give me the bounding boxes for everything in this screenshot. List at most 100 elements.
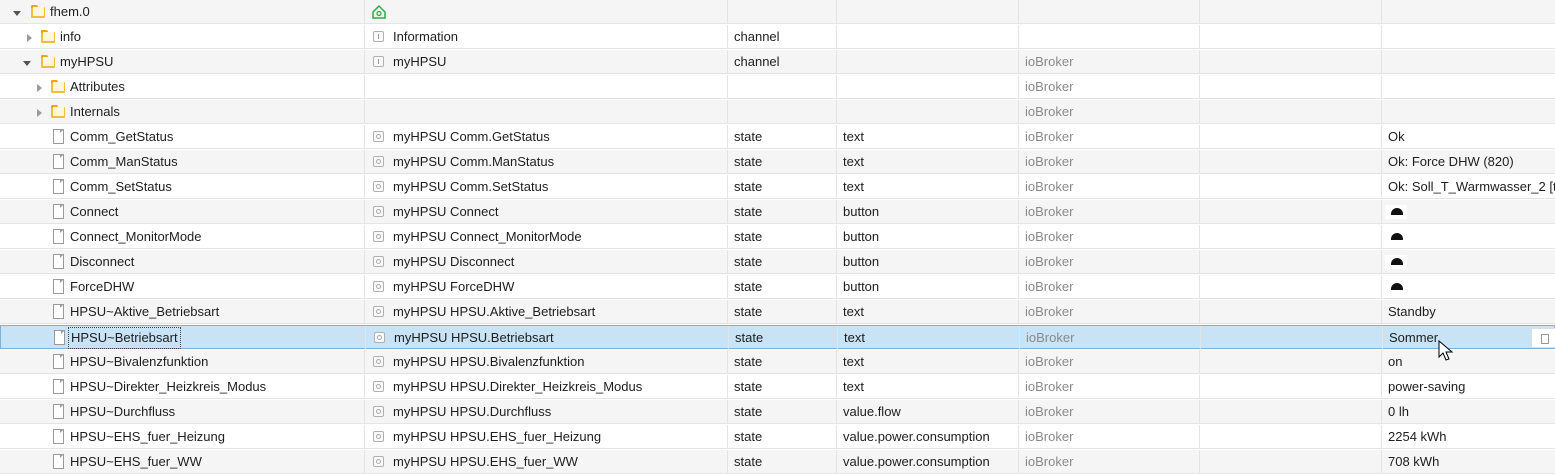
- id-cell: info: [0, 25, 365, 48]
- table-row[interactable]: info Information channel: [0, 25, 1555, 49]
- room-cell: ioBroker: [1019, 375, 1200, 398]
- object-id-label: Internals: [70, 104, 120, 119]
- id-cell: Attributes: [0, 75, 365, 98]
- object-name: myHPSU HPSU.Betriebsart: [394, 330, 554, 345]
- value-cell: [1382, 75, 1555, 98]
- table-row[interactable]: HPSU~Durchfluss myHPSU HPSU.Durchfluss sta…: [0, 400, 1555, 424]
- type-cell: [728, 100, 837, 123]
- value-cell: [1382, 0, 1555, 23]
- table-row[interactable]: HPSU~Direkter_Heizkreis_Modus myHPSU HPSU…: [0, 375, 1555, 399]
- type-cell-text: state: [734, 379, 763, 394]
- object-name: myHPSU HPSU.Durchfluss: [393, 404, 552, 419]
- room-cell: ioBroker: [1019, 100, 1200, 123]
- table-row[interactable]: myHPSU myHPSU channel ioBroker: [0, 50, 1555, 74]
- value-cell: 0 lh: [1382, 400, 1555, 423]
- id-cell: Comm_GetStatus: [0, 125, 365, 148]
- function-cell: [1200, 275, 1382, 298]
- room-cell-text: ioBroker: [1025, 279, 1074, 294]
- room-cell-text: ioBroker: [1025, 354, 1074, 369]
- table-row[interactable]: HPSU~Aktive_Betriebsart myHPSU HPSU.Aktiv…: [0, 300, 1555, 324]
- info-icon: [373, 31, 384, 42]
- table-row[interactable]: Connect_MonitorMode myHPSU Connect_Monito…: [0, 225, 1555, 249]
- value-cell: Standby: [1382, 300, 1555, 323]
- value-cell[interactable]: [1382, 275, 1555, 298]
- object-id-label: info: [60, 29, 81, 44]
- function-cell: [1200, 375, 1382, 398]
- id-cell: ForceDHW: [0, 275, 365, 298]
- state-icon: [373, 231, 384, 242]
- room-cell-text: ioBroker: [1025, 429, 1074, 444]
- state-icon: [373, 281, 384, 292]
- id-cell: Comm_ManStatus: [0, 150, 365, 173]
- type-cell-text: state: [734, 354, 763, 369]
- push-button-icon[interactable]: [1385, 280, 1407, 294]
- table-row[interactable]: Connect myHPSU Connect state button ioBroker: [0, 200, 1555, 224]
- room-cell: ioBroker: [1019, 125, 1200, 148]
- push-button-icon[interactable]: [1385, 230, 1407, 244]
- expand-closed-icon[interactable]: [27, 34, 32, 42]
- id-cell: fhem.0: [0, 0, 365, 23]
- id-cell: HPSU~EHS_fuer_Heizung: [0, 425, 365, 448]
- table-row[interactable]: ForceDHW myHPSU ForceDHW state button ioBrok…: [0, 275, 1555, 299]
- object-id-label: Disconnect: [70, 254, 135, 269]
- type-cell-text: channel: [734, 54, 780, 69]
- expand-open-icon[interactable]: [23, 61, 31, 66]
- function-cell: [1200, 350, 1382, 373]
- role-cell: [837, 75, 1019, 98]
- role-cell-text: button: [843, 229, 880, 244]
- value-text: power-saving: [1388, 379, 1466, 394]
- room-cell: ioBroker: [1019, 200, 1200, 223]
- name-cell: myHPSU Comm.ManStatus: [365, 150, 728, 173]
- expand-open-icon[interactable]: [13, 11, 21, 16]
- table-row[interactable]: Comm_ManStatus myHPSU Comm.ManStatus state…: [0, 150, 1555, 174]
- room-cell: ioBroker: [1019, 300, 1200, 323]
- value-text: 0 lh: [1388, 404, 1409, 419]
- room-cell: ioBroker: [1019, 75, 1200, 98]
- table-row[interactable]: HPSU~EHS_fuer_Heizung myHPSU HPSU.EHS_fue…: [0, 425, 1555, 449]
- value-text: Standby: [1388, 304, 1436, 319]
- push-button-icon[interactable]: [1385, 205, 1407, 219]
- table-row[interactable]: Comm_SetStatus myHPSU Comm.SetStatus state…: [0, 175, 1555, 199]
- copy-icon[interactable]: [1531, 328, 1555, 348]
- file-icon: [54, 330, 65, 345]
- state-icon: [373, 156, 384, 167]
- type-cell: state: [728, 225, 837, 248]
- object-name: myHPSU Connect: [393, 204, 499, 219]
- push-button-icon[interactable]: [1385, 255, 1407, 269]
- object-id-label: HPSU~Aktive_Betriebsart: [70, 304, 220, 319]
- value-cell: 2254 kWh: [1382, 425, 1555, 448]
- table-row[interactable]: HPSU~EHS_fuer_WW myHPSU HPSU.EHS_fuer_WW s…: [0, 450, 1555, 474]
- expand-closed-icon[interactable]: [37, 109, 42, 117]
- object-name: myHPSU Comm.ManStatus: [393, 154, 555, 169]
- function-cell: [1200, 250, 1382, 273]
- role-cell-text: text: [843, 379, 864, 394]
- value-cell[interactable]: [1382, 250, 1555, 273]
- table-row[interactable]: HPSU~Betriebsart myHPSU HPSU.Betriebsart s…: [0, 325, 1555, 349]
- state-icon: [373, 406, 384, 417]
- table-row[interactable]: HPSU~Bivalenzfunktion myHPSU HPSU.Bivalen…: [0, 350, 1555, 374]
- role-cell: text: [838, 326, 1020, 349]
- function-cell: [1200, 75, 1382, 98]
- type-cell-text: state: [734, 179, 763, 194]
- file-icon: [53, 204, 64, 219]
- type-cell-text: state: [734, 279, 763, 294]
- room-cell: [1019, 25, 1200, 48]
- value-cell: power-saving: [1382, 375, 1555, 398]
- state-icon: [373, 381, 384, 392]
- table-row[interactable]: Internals ioBroker: [0, 100, 1555, 124]
- expand-closed-icon[interactable]: [37, 84, 42, 92]
- name-cell: myHPSU HPSU.EHS_fuer_Heizung: [365, 425, 728, 448]
- value-cell: Sommer: [1383, 326, 1555, 349]
- value-cell[interactable]: [1382, 225, 1555, 248]
- table-row[interactable]: Comm_GetStatus myHPSU Comm.GetStatus state…: [0, 125, 1555, 149]
- name-cell: myHPSU Disconnect: [365, 250, 728, 273]
- object-id-label: ForceDHW: [70, 279, 135, 294]
- object-name: myHPSU: [393, 54, 447, 69]
- table-row[interactable]: fhem.0: [0, 0, 1555, 24]
- name-cell: myHPSU Connect: [365, 200, 728, 223]
- value-cell[interactable]: [1382, 200, 1555, 223]
- id-cell: HPSU~Aktive_Betriebsart: [0, 300, 365, 323]
- table-row[interactable]: Disconnect myHPSU Disconnect state button io…: [0, 250, 1555, 274]
- table-row[interactable]: Attributes ioBroker: [0, 75, 1555, 99]
- room-cell-text: ioBroker: [1025, 154, 1074, 169]
